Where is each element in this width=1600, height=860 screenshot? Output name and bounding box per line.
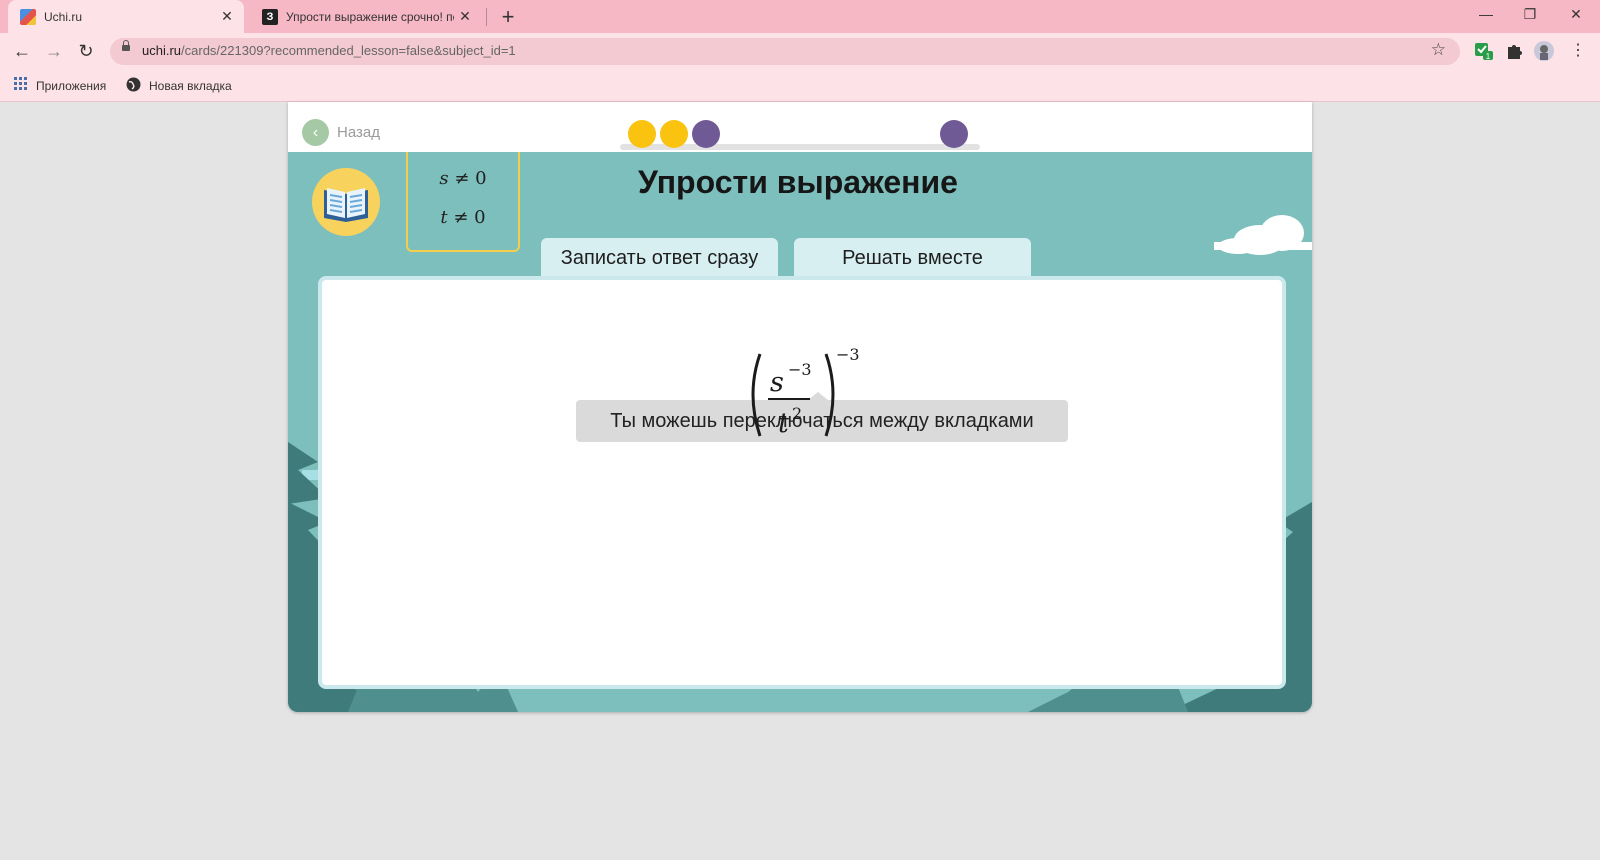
bookmark-new-tab[interactable]: Новая вкладка xyxy=(126,77,232,95)
numerator-base: s xyxy=(770,367,784,398)
progress-step-current xyxy=(692,120,720,148)
new-tab-button[interactable]: + xyxy=(496,4,520,30)
bookmark-label: Приложения xyxy=(36,78,107,93)
browser-tab-znanija[interactable]: З Упрости выражение срочно! пс ✕ xyxy=(250,0,482,33)
globe-icon xyxy=(126,77,141,95)
restore-icon[interactable]: ❐ xyxy=(1510,6,1550,23)
task-title: Упрости выражение xyxy=(638,164,958,200)
znanija-favicon-icon: З xyxy=(262,8,278,25)
back-arrow-icon[interactable]: ← xyxy=(10,40,34,62)
condition-rel: ≠ xyxy=(454,168,470,189)
apps-grid-icon xyxy=(14,77,28,94)
address-bar[interactable]: uchi.ru/cards/221309?recommended_lesson=… xyxy=(110,38,1460,65)
bookmark-label: Новая вкладка xyxy=(149,79,232,93)
url-path: /cards/221309?recommended_lesson=false&s… xyxy=(181,43,516,58)
condition-rel: ≠ xyxy=(453,207,469,228)
task-panel: Ты можешь переключаться между вкладками … xyxy=(318,276,1286,689)
condition-var: t xyxy=(440,207,448,228)
denominator-exponent: 2 xyxy=(792,404,802,423)
menu-kebab-icon[interactable]: ⋮ xyxy=(1566,40,1590,62)
cloud-icon xyxy=(1214,215,1312,255)
right-paren xyxy=(824,353,835,437)
condition-t: t ≠ 0 xyxy=(408,207,518,228)
left-paren xyxy=(751,353,762,437)
tab-answer-directly[interactable]: Записать ответ сразу xyxy=(541,238,778,278)
bookmarks-bar: Приложения Новая вкладка xyxy=(0,69,1600,102)
progress-step-final xyxy=(940,120,968,148)
condition-s: s ≠ 0 xyxy=(408,168,518,189)
bookmark-star-icon[interactable]: ☆ xyxy=(1431,40,1446,60)
tab-title: Упрости выражение срочно! пс xyxy=(286,9,454,24)
conditions-box: s ≠ 0 t ≠ 0 xyxy=(406,152,520,252)
close-window-icon[interactable]: ✕ xyxy=(1556,6,1596,23)
minimize-icon[interactable]: — xyxy=(1466,6,1506,22)
forward-arrow-icon[interactable]: → xyxy=(42,40,66,62)
extension-check-icon[interactable]: 1 xyxy=(1474,41,1494,61)
url-host: uchi.ru xyxy=(142,43,182,58)
progress-step-done xyxy=(660,120,688,148)
card-topbar: ‹ Назад xyxy=(288,102,1312,152)
browser-tabbar: Uchi.ru ✕ З Упрости выражение срочно! пс… xyxy=(0,0,1600,33)
close-tab-icon[interactable]: ✕ xyxy=(216,8,238,25)
browser-tab-uchi[interactable]: Uchi.ru ✕ xyxy=(8,0,244,33)
condition-val: 0 xyxy=(475,168,487,189)
bookmark-apps[interactable]: Приложения xyxy=(14,77,106,94)
back-label: Назад xyxy=(337,124,380,141)
extension-badge: 1 xyxy=(1486,52,1491,61)
uchi-favicon-icon xyxy=(20,8,36,25)
close-tab-icon[interactable]: ✕ xyxy=(454,8,476,25)
back-button[interactable]: ‹ Назад xyxy=(302,119,380,146)
puzzle-extensions-icon[interactable] xyxy=(1504,41,1524,61)
chevron-left-icon: ‹ xyxy=(302,119,329,146)
tab-solve-together[interactable]: Решать вместе xyxy=(794,238,1031,278)
outer-exponent: −3 xyxy=(836,345,860,364)
tab-separator xyxy=(486,8,487,26)
expression-formula: s −3 t 2 −3 xyxy=(751,345,860,439)
url-text: uchi.ru/cards/221309?recommended_lesson=… xyxy=(142,43,516,58)
profile-avatar[interactable] xyxy=(1534,41,1554,61)
condition-var: s xyxy=(439,168,449,189)
browser-toolbar: ← → ↻ uchi.ru/cards/221309?recommended_l… xyxy=(0,33,1600,69)
progress-step-done xyxy=(628,120,656,148)
condition-val: 0 xyxy=(474,207,486,228)
lesson-card: ‹ Назад s ≠ 0 t ≠ 0 Упрости выражение За… xyxy=(288,102,1312,712)
reload-icon[interactable]: ↻ xyxy=(74,40,98,62)
numerator-exponent: −3 xyxy=(788,360,812,379)
denominator-base: t xyxy=(778,408,789,439)
lock-icon xyxy=(122,40,130,51)
textbook-icon[interactable] xyxy=(312,168,380,236)
tab-title: Uchi.ru xyxy=(44,9,83,24)
